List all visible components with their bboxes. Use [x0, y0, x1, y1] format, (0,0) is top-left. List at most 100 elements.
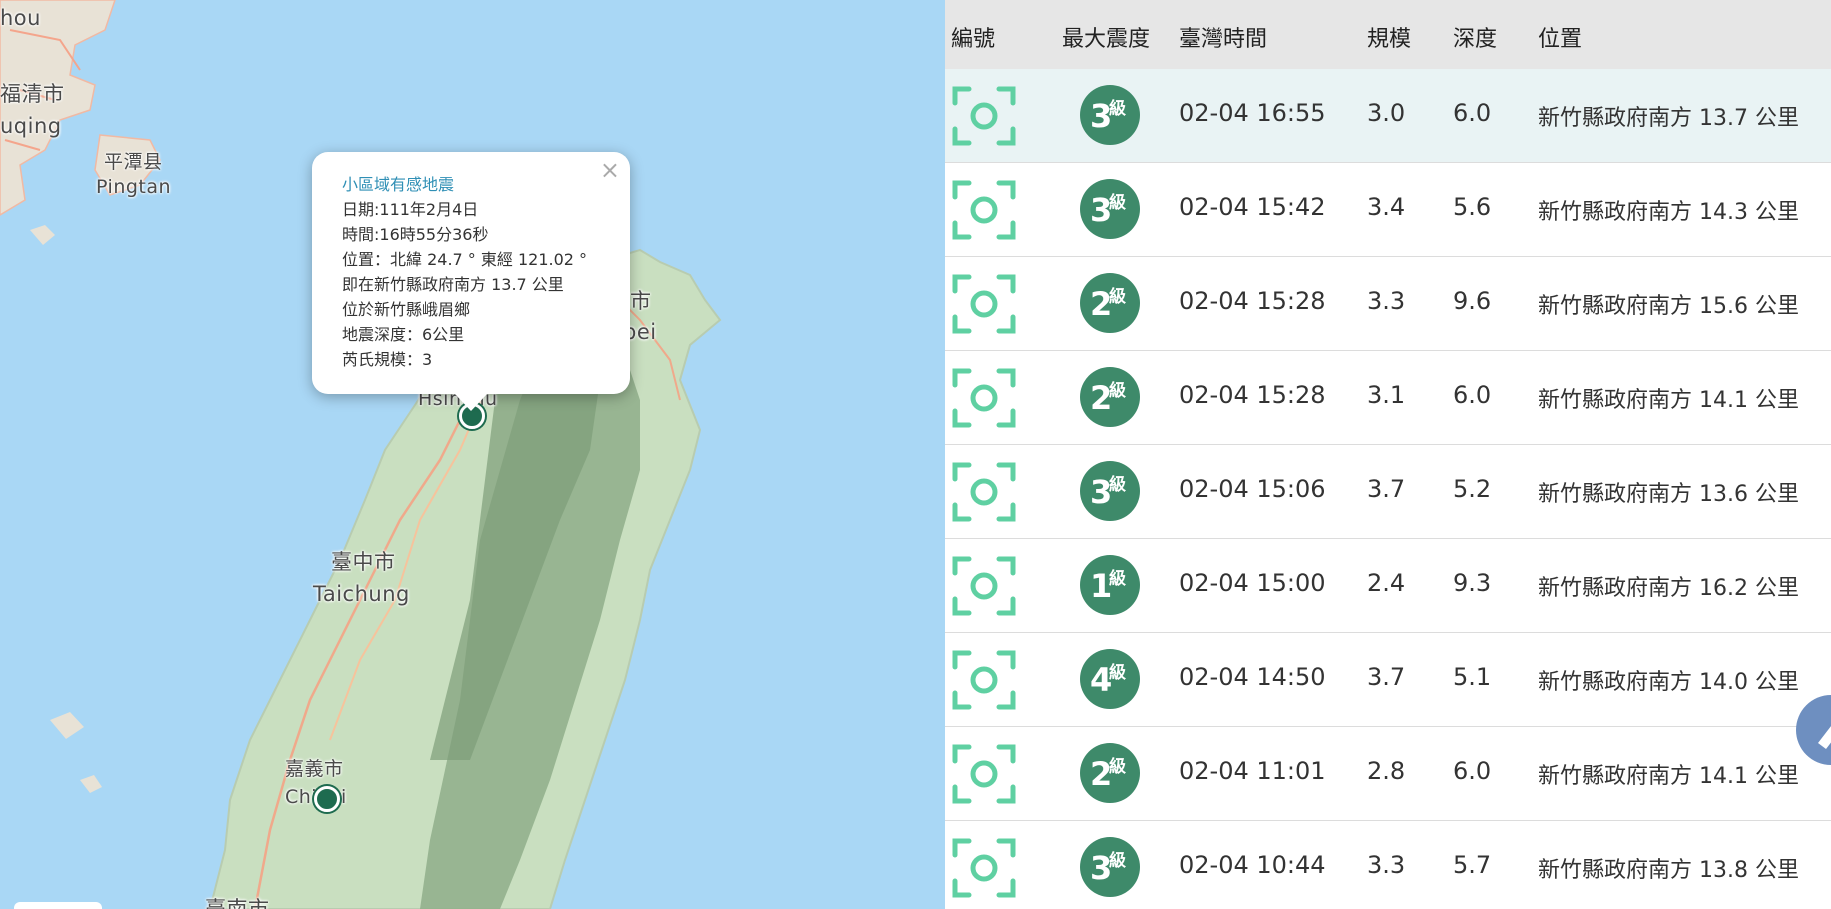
table-row[interactable]: 3 級 02-04 10:44 3.3 5.7 新竹縣政府南方 13.8 公里 [945, 821, 1831, 909]
cell-magnitude: 3.4 [1367, 193, 1406, 221]
table-row[interactable]: 3 級 02-04 15:42 3.4 5.6 新竹縣政府南方 14.3 公里 [945, 163, 1831, 257]
cell-magnitude: 3.1 [1367, 381, 1406, 409]
intensity-unit: 級 [1109, 287, 1126, 307]
popup-depth: 地震深度：6公里 [342, 325, 465, 344]
earthquake-popup: × 小區域有感地震 日期:111年2月4日 時間:16時55分36秒 位置：北緯… [312, 152, 630, 411]
popup-magnitude: 芮氏規模：3 [342, 350, 433, 369]
map-label: 臺南市 [205, 897, 270, 909]
table-header: 編號 最大震度 臺灣時間 規模 深度 位置 [945, 0, 1831, 69]
cell-location: 新竹縣政府南方 14.1 公里 [1538, 764, 1799, 789]
header-magnitude: 規模 [1367, 27, 1412, 52]
intensity-unit: 級 [1109, 569, 1126, 589]
cell-location: 新竹縣政府南方 14.1 公里 [1538, 388, 1799, 413]
cell-depth: 5.6 [1453, 193, 1492, 221]
locate-icon[interactable] [951, 461, 1017, 523]
intensity-badge: 1級 [1080, 555, 1140, 615]
locate-icon[interactable] [951, 555, 1017, 617]
cell-depth: 9.6 [1453, 287, 1492, 315]
cell-time: 02-04 15:28 [1179, 381, 1326, 409]
cell-time: 02-04 15:42 [1179, 193, 1326, 221]
intensity-unit: 級 [1109, 851, 1126, 871]
locate-icon[interactable] [951, 179, 1017, 241]
popup-relative-location: 即在新竹縣政府南方 13.7 公里 [342, 275, 564, 294]
intensity-badge: 3級 [1080, 837, 1140, 897]
cell-magnitude: 3.7 [1367, 475, 1406, 503]
cell-time: 02-04 14:50 [1179, 663, 1326, 691]
locate-icon[interactable] [951, 743, 1017, 805]
cell-magnitude: 2.4 [1367, 569, 1406, 597]
cell-magnitude: 3.3 [1367, 851, 1406, 879]
cell-depth: 5.1 [1453, 663, 1492, 691]
locate-icon[interactable] [951, 85, 1017, 147]
intensity-badge: 3級 [1080, 179, 1140, 239]
cell-magnitude: 2.8 [1367, 757, 1406, 785]
cell-location: 新竹縣政府南方 16.2 公里 [1538, 576, 1799, 601]
map-label: 市 [630, 289, 652, 313]
cell-depth: 5.2 [1453, 475, 1492, 503]
intensity-unit: 級 [1109, 193, 1126, 213]
cell-time: 02-04 16:55 [1179, 99, 1326, 127]
edit-icon[interactable] [1796, 695, 1831, 765]
cell-depth: 6.0 [1453, 381, 1492, 409]
intensity-badge: 3級 [1080, 461, 1140, 521]
cell-depth: 6.0 [1453, 757, 1492, 785]
map-label: hou [0, 6, 41, 30]
map-label: uqing [0, 114, 62, 138]
table-row[interactable]: 3 級 02-04 15:06 3.7 5.2 新竹縣政府南方 13.6 公里 [945, 445, 1831, 539]
close-icon[interactable]: × [600, 156, 620, 184]
locate-icon[interactable] [951, 837, 1017, 899]
header-id: 編號 [951, 27, 996, 52]
locate-icon[interactable] [951, 649, 1017, 711]
map-label: 平潭县 [104, 151, 163, 173]
header-intensity: 最大震度 [1062, 27, 1151, 52]
cell-location: 新竹縣政府南方 14.3 公里 [1538, 200, 1799, 225]
cell-time: 02-04 15:28 [1179, 287, 1326, 315]
cell-magnitude: 3.0 [1367, 99, 1406, 127]
cell-time: 02-04 15:06 [1179, 475, 1326, 503]
popup-tip [454, 393, 488, 411]
intensity-unit: 級 [1109, 99, 1126, 119]
cell-magnitude: 3.3 [1367, 287, 1406, 315]
header-depth: 深度 [1453, 27, 1498, 52]
popup-body: 小區域有感地震 日期:111年2月4日 時間:16時55分36秒 位置：北緯 2… [342, 172, 587, 372]
cell-location: 新竹縣政府南方 13.6 公里 [1538, 482, 1799, 507]
map-label: Taichung [313, 582, 410, 606]
header-location: 位置 [1538, 27, 1583, 52]
intensity-badge: 4級 [1080, 649, 1140, 709]
map-tiles [0, 0, 722, 909]
locate-icon[interactable] [951, 273, 1017, 335]
table-row[interactable]: 2 級 02-04 15:28 3.3 9.6 新竹縣政府南方 15.6 公里 [945, 257, 1831, 351]
cell-depth: 6.0 [1453, 99, 1492, 127]
map-label: 福清市 [0, 82, 65, 106]
cell-magnitude: 3.7 [1367, 663, 1406, 691]
popup-position: 位置：北緯 24.7 ° 東經 121.02 ° [342, 250, 588, 269]
popup-title[interactable]: 小區域有感地震 [342, 172, 587, 197]
popup-township: 位於新竹縣峨眉鄉 [342, 300, 471, 319]
map-label: 臺中市 [331, 550, 396, 574]
map-view[interactable]: hou 福清市 uqing 平潭县 Pingtan 市 pei Hsinchu … [0, 0, 945, 909]
table-row[interactable]: 3 級 02-04 16:55 3.0 6.0 新竹縣政府南方 13.7 公里 [945, 69, 1831, 163]
map-attribution [14, 902, 102, 909]
table-row[interactable]: 2 級 02-04 15:28 3.1 6.0 新竹縣政府南方 14.1 公里 [945, 351, 1831, 445]
cell-time: 02-04 15:00 [1179, 569, 1326, 597]
cell-location: 新竹縣政府南方 14.0 公里 [1538, 670, 1799, 695]
cell-location: 新竹縣政府南方 13.7 公里 [1538, 106, 1799, 131]
map-label: 嘉義市 [285, 758, 344, 780]
earthquake-marker[interactable] [314, 786, 340, 812]
popup-time: 時間:16時55分36秒 [342, 225, 489, 244]
intensity-unit: 級 [1109, 663, 1126, 683]
intensity-badge: 2級 [1080, 367, 1140, 427]
table-row[interactable]: 4 級 02-04 14:50 3.7 5.1 新竹縣政府南方 14.0 公里 [945, 633, 1831, 727]
intensity-badge: 2級 [1080, 743, 1140, 803]
header-time: 臺灣時間 [1179, 27, 1268, 52]
intensity-unit: 級 [1109, 757, 1126, 777]
table-row[interactable]: 2 級 02-04 11:01 2.8 6.0 新竹縣政府南方 14.1 公里 [945, 727, 1831, 821]
intensity-unit: 級 [1109, 381, 1126, 401]
cell-time: 02-04 11:01 [1179, 757, 1326, 785]
table-row[interactable]: 1 級 02-04 15:00 2.4 9.3 新竹縣政府南方 16.2 公里 [945, 539, 1831, 633]
locate-icon[interactable] [951, 367, 1017, 429]
intensity-badge: 3級 [1080, 85, 1140, 145]
intensity-badge: 2級 [1080, 273, 1140, 333]
intensity-unit: 級 [1109, 475, 1126, 495]
cell-location: 新竹縣政府南方 13.8 公里 [1538, 858, 1799, 883]
